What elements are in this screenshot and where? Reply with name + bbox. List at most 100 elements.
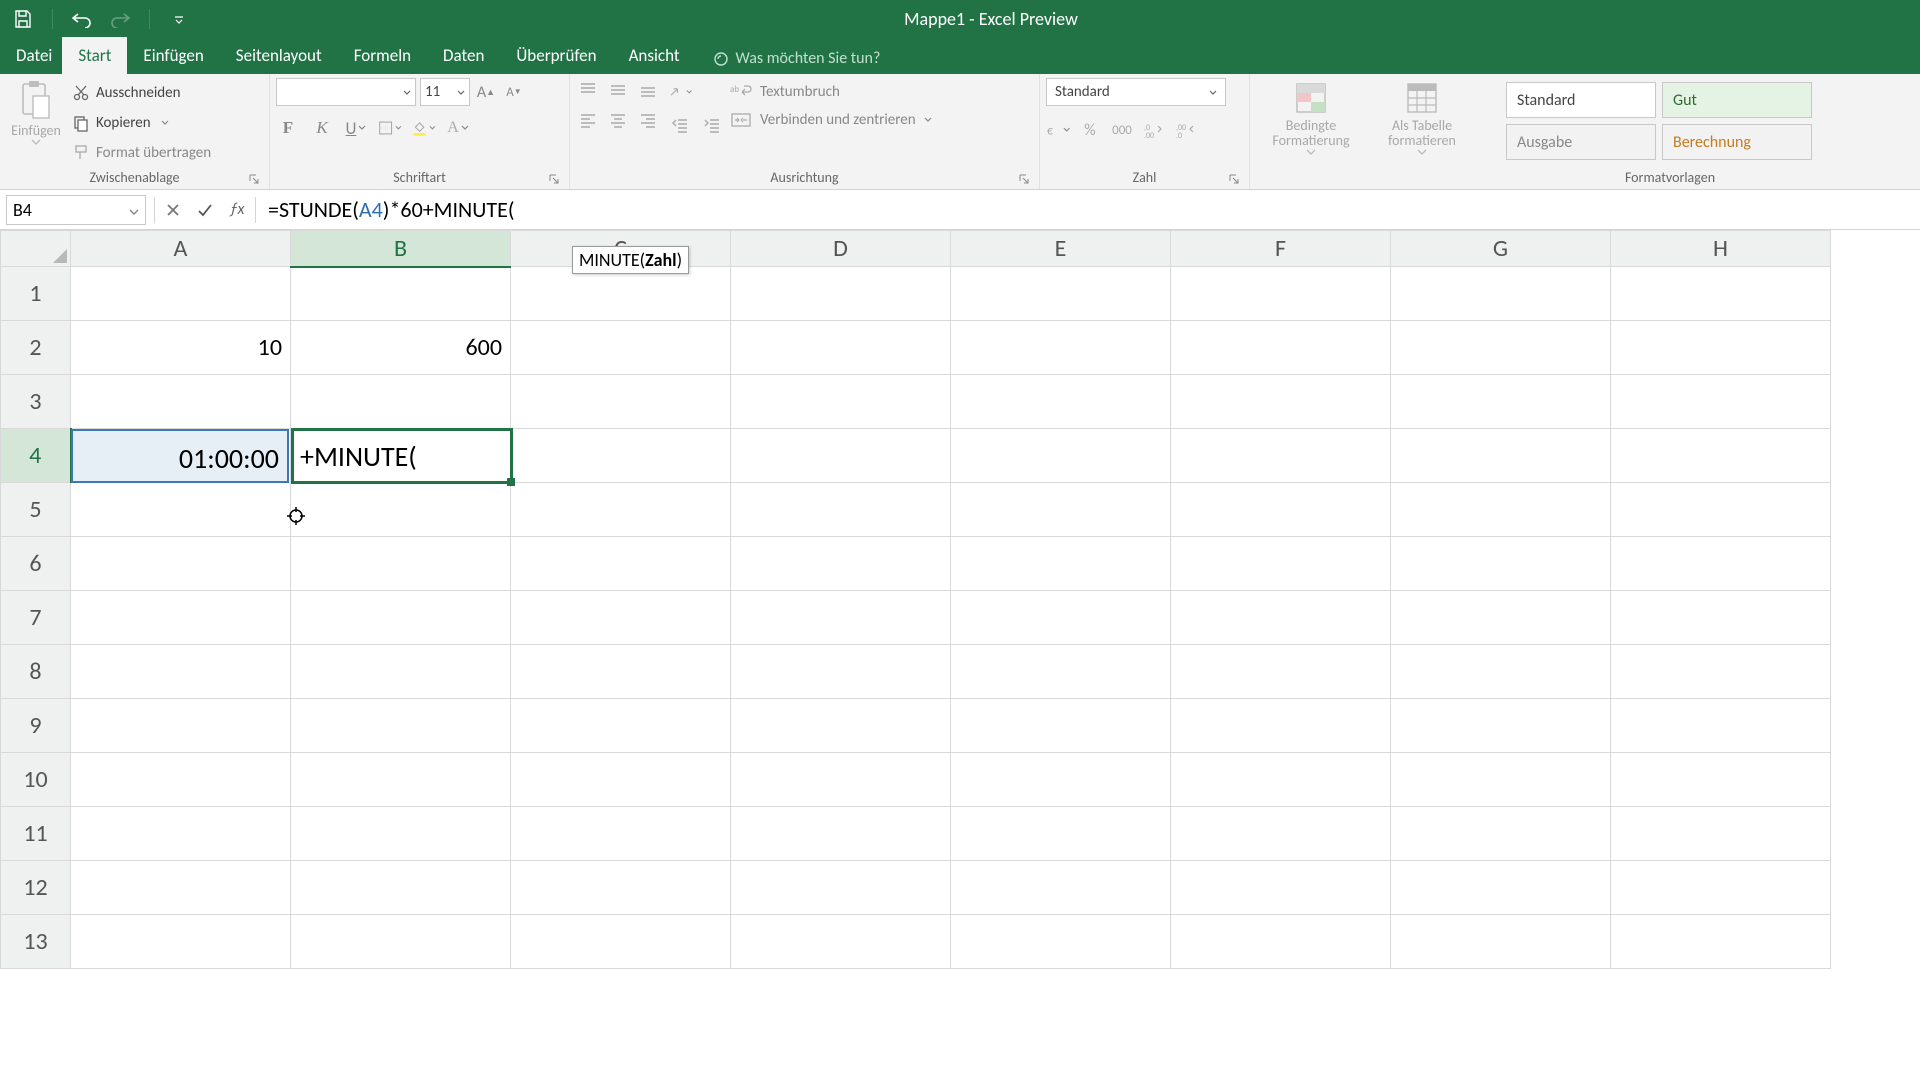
cell-A4[interactable] <box>71 429 291 483</box>
qat-customize[interactable] <box>166 6 192 32</box>
align-middle[interactable] <box>606 78 630 102</box>
ribbon: Einfügen Ausschneiden Kopieren Format üb… <box>0 74 1920 190</box>
col-header-B[interactable]: B <box>291 231 511 267</box>
thousands-format[interactable]: 000 <box>1110 118 1134 142</box>
number-launcher[interactable] <box>1227 172 1241 186</box>
row-header-13[interactable]: 13 <box>1 915 71 969</box>
borders-button[interactable] <box>378 116 402 140</box>
row-header-10[interactable]: 10 <box>1 753 71 807</box>
bold-button[interactable]: F <box>276 116 300 140</box>
alignment-launcher[interactable] <box>1017 172 1031 186</box>
svg-text:ab: ab <box>730 84 739 95</box>
formula-cancel-button[interactable] <box>157 195 189 225</box>
wrap-text-button[interactable]: ab Textumbruch <box>730 82 932 102</box>
font-size-combo[interactable]: 11 <box>420 78 470 106</box>
format-painter-button[interactable]: Format übertragen <box>72 140 211 166</box>
group-clipboard: Einfügen Ausschneiden Kopieren Format üb… <box>0 74 270 189</box>
row-header-4[interactable]: 4 <box>1 429 71 483</box>
title-bar: Mappe1 - Excel Preview <box>0 0 1920 38</box>
row-header-8[interactable]: 8 <box>1 645 71 699</box>
tab-formulas[interactable]: Formeln <box>338 37 427 74</box>
align-bottom[interactable] <box>636 78 660 102</box>
group-alignment: ab Textumbruch Verbinden und zentrieren … <box>570 74 1040 189</box>
paste-button[interactable]: Einfügen <box>6 78 66 147</box>
col-header-G[interactable]: G <box>1391 231 1611 267</box>
italic-button[interactable]: K <box>310 116 334 140</box>
row-header-3[interactable]: 3 <box>1 375 71 429</box>
tab-view[interactable]: Ansicht <box>613 37 696 74</box>
decrease-font-button[interactable]: A▼ <box>502 80 526 104</box>
style-gut[interactable]: Gut <box>1662 82 1812 118</box>
font-launcher[interactable] <box>547 172 561 186</box>
ribbon-tabs: Datei Start Einfügen Seitenlayout Formel… <box>0 38 1920 74</box>
col-header-F[interactable]: F <box>1171 231 1391 267</box>
svg-text:,0: ,0 <box>1176 131 1182 138</box>
insert-function-button[interactable]: ƒx <box>221 195 253 225</box>
align-buttons <box>576 78 662 136</box>
cell-B2[interactable]: 600 <box>291 321 511 375</box>
active-cell-B4[interactable]: +MINUTE( <box>291 428 513 484</box>
row-header-12[interactable]: 12 <box>1 861 71 915</box>
font-color-button[interactable]: A <box>446 116 470 140</box>
tab-data[interactable]: Daten <box>427 37 500 74</box>
qat <box>10 6 192 32</box>
col-header-A[interactable]: A <box>71 231 291 267</box>
increase-indent[interactable] <box>700 114 724 138</box>
align-left[interactable] <box>576 108 600 132</box>
fill-color-button[interactable] <box>412 116 436 140</box>
align-right[interactable] <box>636 108 660 132</box>
style-ausgabe[interactable]: Ausgabe <box>1506 124 1656 160</box>
number-format-combo[interactable]: Standard <box>1046 78 1226 106</box>
underline-button[interactable]: U <box>344 116 368 140</box>
svg-text:€: € <box>1047 125 1053 138</box>
accounting-format[interactable]: € <box>1046 118 1070 142</box>
cut-button[interactable]: Ausschneiden <box>72 80 211 106</box>
font-family-combo[interactable] <box>276 78 416 106</box>
name-box[interactable]: B4 <box>6 195 146 225</box>
group-styles: Standard Gut Ausgabe Berechnung Formatvo… <box>1500 74 1840 189</box>
row-header-1[interactable]: 1 <box>1 267 71 321</box>
col-header-D[interactable]: D <box>731 231 951 267</box>
row-header-2[interactable]: 2 <box>1 321 71 375</box>
svg-text:,00: ,00 <box>1144 131 1154 138</box>
row-header-9[interactable]: 9 <box>1 699 71 753</box>
tell-me-search[interactable]: Was möchten Sie tun? <box>712 49 881 74</box>
group-font: 11 A▲ A▼ F K U A Schriftart <box>270 74 570 189</box>
row-header-7[interactable]: 7 <box>1 591 71 645</box>
decrease-decimal[interactable]: ,00,0 <box>1174 118 1198 142</box>
format-as-table-button[interactable]: Als Tabelle formatieren <box>1372 78 1472 157</box>
copy-button[interactable]: Kopieren <box>72 110 211 136</box>
tab-insert[interactable]: Einfügen <box>127 37 219 74</box>
col-header-H[interactable]: H <box>1611 231 1831 267</box>
increase-decimal[interactable]: ,0,00 <box>1142 118 1166 142</box>
redo-button[interactable] <box>107 6 133 32</box>
conditional-formatting-button[interactable]: Bedingte Formatierung <box>1256 78 1366 157</box>
tab-file[interactable]: Datei <box>6 37 62 74</box>
formula-enter-button[interactable] <box>189 195 221 225</box>
row-header-11[interactable]: 11 <box>1 807 71 861</box>
merge-center-button[interactable]: Verbinden und zentrieren <box>730 110 932 130</box>
percent-format[interactable]: % <box>1078 118 1102 142</box>
orientation-button[interactable] <box>668 80 692 104</box>
cell-A2[interactable]: 10 <box>71 321 291 375</box>
col-header-E[interactable]: E <box>951 231 1171 267</box>
formula-bar: B4 ƒx =STUNDE(A4)*60+MINUTE( <box>0 190 1920 230</box>
tab-start[interactable]: Start <box>62 37 127 74</box>
align-top[interactable] <box>576 78 600 102</box>
fill-handle[interactable] <box>507 478 515 486</box>
style-berechnung[interactable]: Berechnung <box>1662 124 1812 160</box>
tab-pagelayout[interactable]: Seitenlayout <box>220 37 338 74</box>
save-button[interactable] <box>10 6 36 32</box>
style-standard[interactable]: Standard <box>1506 82 1656 118</box>
formula-input[interactable]: =STUNDE(A4)*60+MINUTE( <box>258 196 1920 223</box>
select-all-corner[interactable] <box>1 231 71 267</box>
decrease-indent[interactable] <box>668 114 692 138</box>
clipboard-launcher[interactable] <box>247 172 261 186</box>
row-header-6[interactable]: 6 <box>1 537 71 591</box>
tab-review[interactable]: Überprüfen <box>500 37 612 74</box>
increase-font-button[interactable]: A▲ <box>474 80 498 104</box>
align-center[interactable] <box>606 108 630 132</box>
undo-button[interactable] <box>69 6 95 32</box>
spreadsheet-grid[interactable]: A B C D E F G H 1 210600 3 4 5 6 7 8 9 1… <box>0 230 1920 969</box>
row-header-5[interactable]: 5 <box>1 483 71 537</box>
